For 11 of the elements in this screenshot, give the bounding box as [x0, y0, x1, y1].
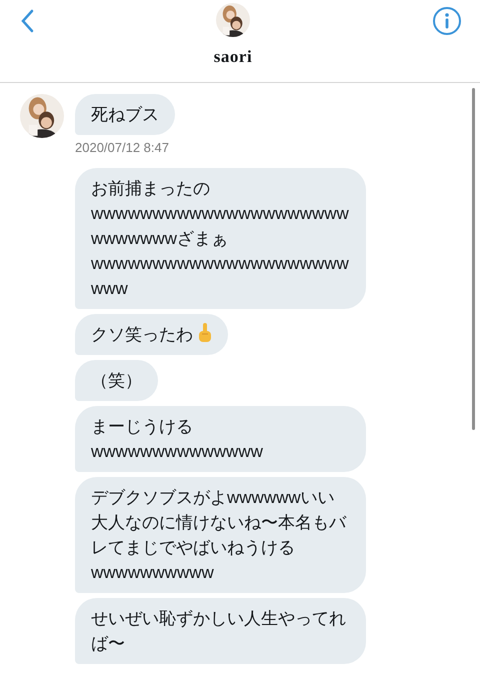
message-bubble: まーじうけるwwwwwwwwwwwwww [75, 406, 366, 472]
info-icon[interactable] [432, 6, 462, 36]
message-bubble: クソ笑ったわ [75, 314, 228, 355]
message-bubble: デブクソブスがよwwwwwwいい大人なのに情けないね〜本名もバレてまじでやばいねうけるwwwwwwwwww [75, 477, 366, 593]
message-bubble: お前捕まったのwwwwwwwwwwwwwwwwwwwwwwwwwwwwざまぁwwwwwwwwwwwwwwwwwwwwwwww [75, 168, 366, 309]
timestamp: 2020/07/12 8:47 [75, 140, 170, 155]
message-bubble: 死ねブス [75, 94, 175, 135]
message-bubble: せいぜい恥ずかしい人生やってれば〜 [75, 598, 366, 664]
contact-name: saori [214, 47, 252, 67]
message-bubble: （笑） [75, 360, 158, 401]
back-icon[interactable] [20, 9, 34, 33]
